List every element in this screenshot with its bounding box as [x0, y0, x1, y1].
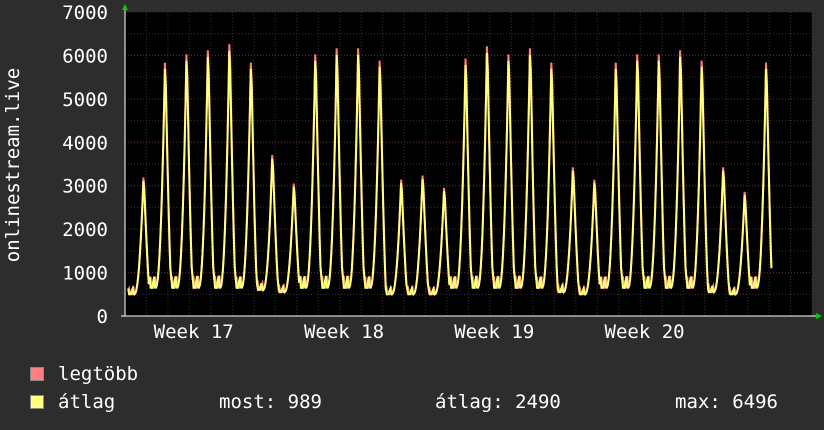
- line-chart: 0 1000 2000 3000 4000 5000 6000 7000 Week 17 Week…: [2, 2, 822, 343]
- legend-swatch-max: [30, 367, 44, 381]
- stat-current: most: 989: [219, 391, 322, 413]
- stat-maximum: max: 6496: [675, 391, 778, 413]
- legend-item-max: legtöbb: [30, 363, 138, 385]
- y-axis-arrow: [122, 4, 128, 10]
- x-tick-label: Week 19: [454, 321, 534, 343]
- x-tick-label: Week 18: [304, 321, 384, 343]
- x-tick-label: Week 20: [605, 321, 685, 343]
- y-tick-label: 6000: [62, 45, 108, 67]
- graph-panel: 0 1000 2000 3000 4000 5000 6000 7000 Week 17 Week…: [0, 0, 824, 430]
- y-tick-label: 3000: [62, 176, 108, 198]
- y-tick-label: 0: [97, 306, 108, 328]
- stat-average: átlag: 2490: [435, 391, 561, 413]
- x-axis-arrow: [816, 313, 822, 319]
- legend-label-max: legtöbb: [58, 363, 139, 385]
- y-tick-label: 7000: [62, 2, 108, 24]
- x-tick-label: Week 17: [154, 321, 234, 343]
- legend-item-avg: átlag: [30, 391, 115, 413]
- legend-label-avg: átlag: [58, 391, 116, 413]
- legend-swatch-avg: [30, 395, 44, 409]
- y-tick-label: 2000: [62, 219, 108, 241]
- y-tick-label: 1000: [62, 263, 108, 285]
- y-tick-label: 5000: [62, 89, 108, 111]
- y-tick-label: 4000: [62, 132, 108, 154]
- y-axis-title: onlinestream.live: [2, 68, 24, 262]
